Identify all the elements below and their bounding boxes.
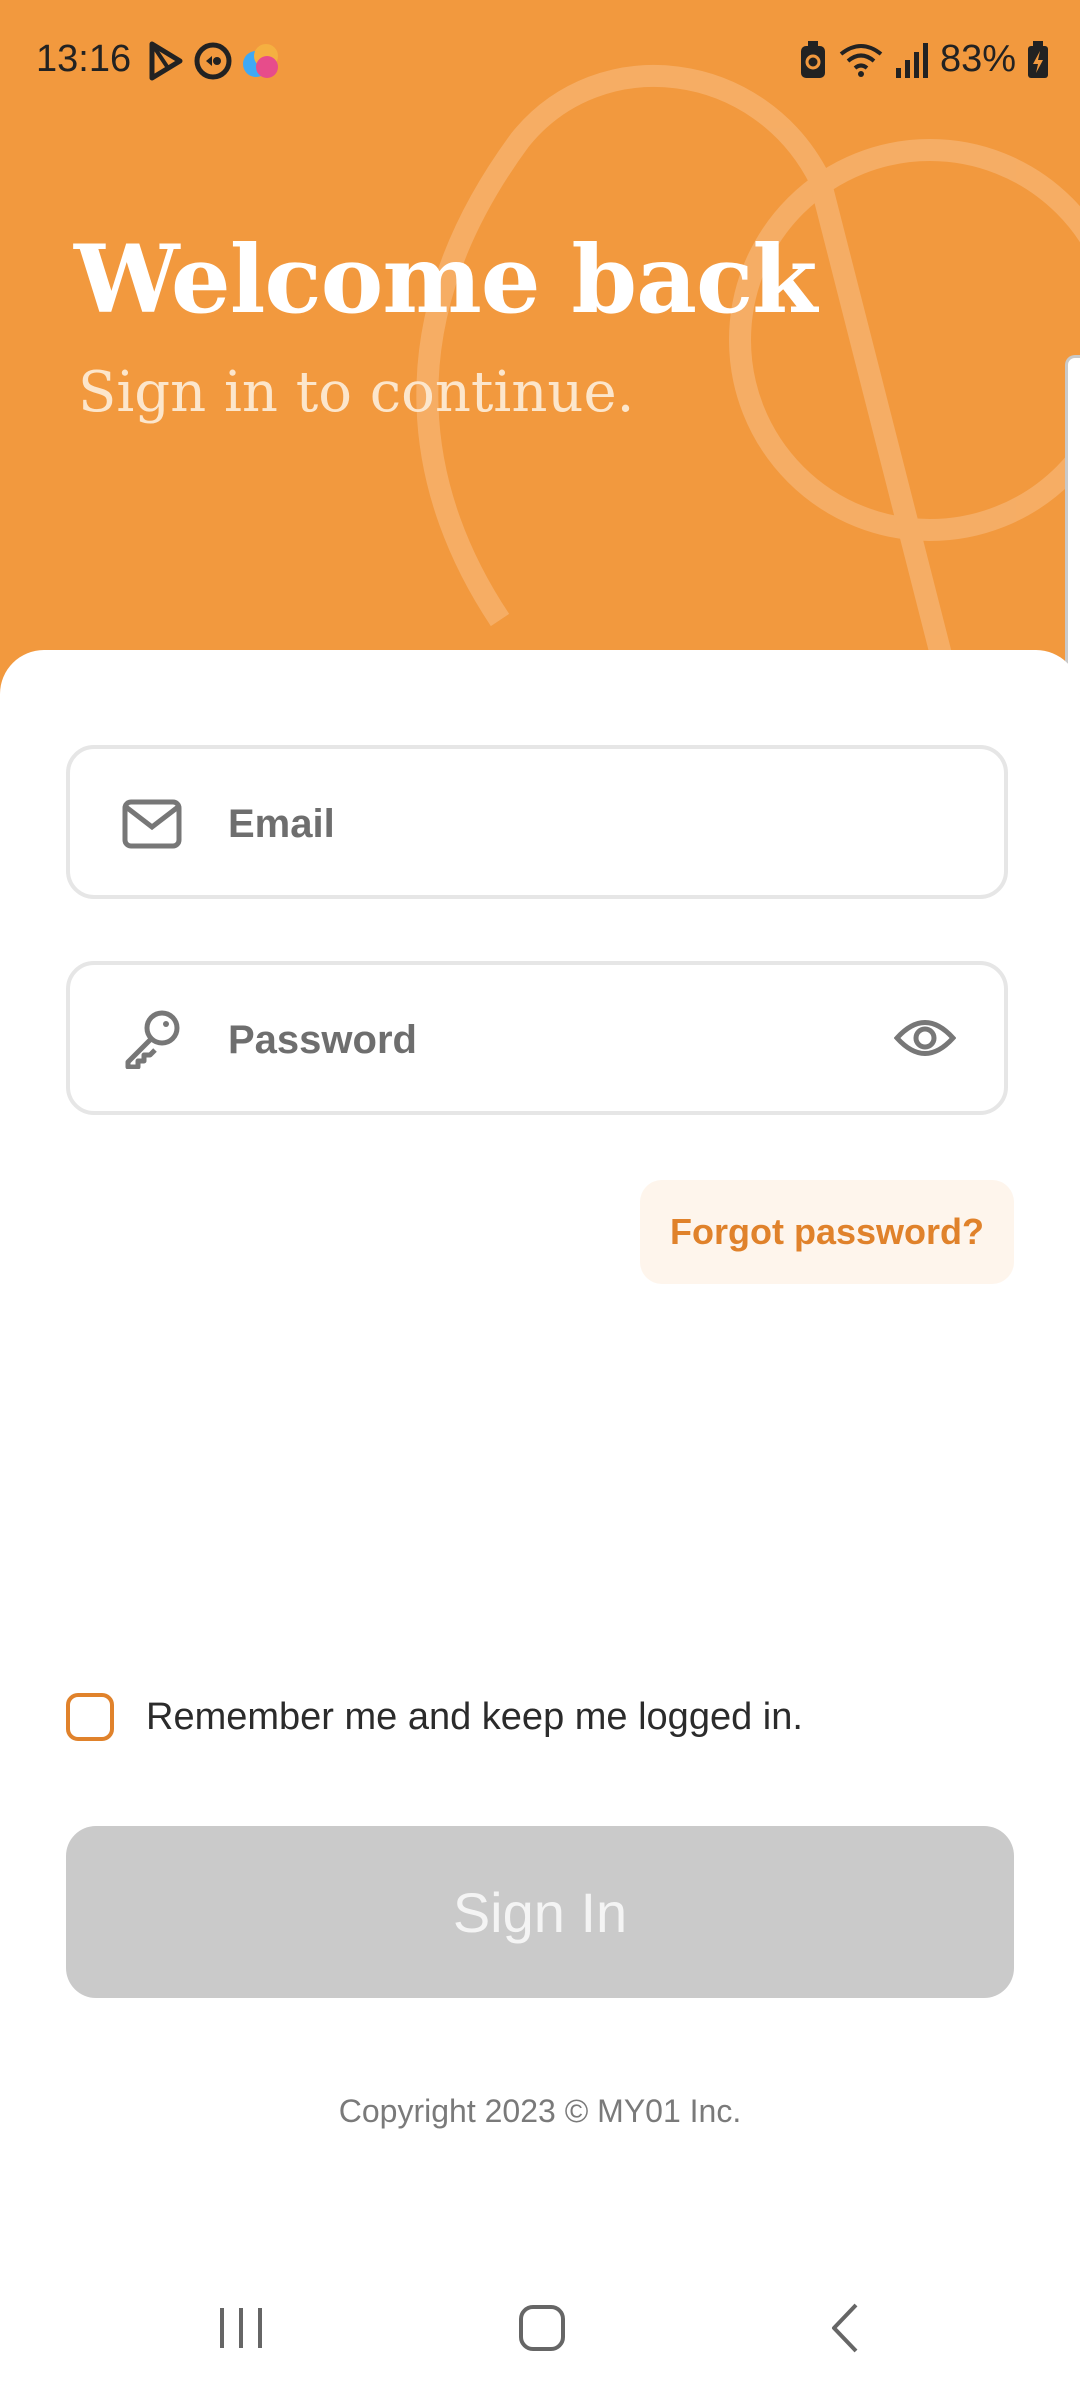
back-icon bbox=[832, 2303, 858, 2353]
wifi-icon bbox=[839, 43, 883, 77]
battery-percent: 83% bbox=[939, 38, 1016, 80]
email-input[interactable] bbox=[228, 789, 828, 859]
recent-apps-button[interactable] bbox=[181, 2280, 301, 2376]
activity-icon bbox=[194, 42, 232, 80]
mail-icon bbox=[122, 799, 182, 849]
colorful-app-icon bbox=[243, 44, 278, 78]
battery-charging-icon bbox=[1028, 40, 1048, 78]
welcome-title: Welcome back bbox=[74, 225, 817, 335]
status-bar: 13:16 83% bbox=[0, 0, 1080, 124]
recent-apps-icon bbox=[220, 2308, 262, 2348]
welcome-subtitle: Sign in to continue. bbox=[78, 360, 635, 425]
eye-icon[interactable] bbox=[894, 1013, 956, 1063]
status-time: 13:16 bbox=[36, 38, 132, 80]
status-right-icons: 83% bbox=[798, 38, 1050, 81]
remember-me-checkbox[interactable] bbox=[66, 1693, 114, 1741]
copyright-text: Copyright 2023 © MY01 Inc. bbox=[338, 2093, 742, 2129]
play-store-icon bbox=[149, 41, 183, 81]
email-field[interactable] bbox=[66, 745, 1008, 899]
key-icon bbox=[125, 1010, 180, 1069]
status-left-icons bbox=[144, 40, 282, 82]
back-button[interactable] bbox=[786, 2280, 906, 2376]
remember-me-label[interactable]: Remember me and keep me logged in. bbox=[146, 1696, 803, 1739]
sign-in-button[interactable]: Sign In bbox=[66, 1826, 1014, 1998]
home-button[interactable] bbox=[482, 2280, 602, 2376]
battery-saver-icon bbox=[800, 40, 825, 78]
signal-icon bbox=[895, 42, 928, 78]
password-input[interactable] bbox=[228, 1005, 828, 1075]
login-sheet bbox=[0, 650, 1080, 2400]
home-icon bbox=[519, 2305, 565, 2351]
system-nav-bar bbox=[0, 2280, 1080, 2400]
password-field[interactable] bbox=[66, 961, 1008, 1115]
forgot-password-button[interactable]: Forgot password? bbox=[640, 1180, 1014, 1284]
edge-panel-handle[interactable] bbox=[1065, 355, 1080, 696]
remember-me-row[interactable]: Remember me and keep me logged in. bbox=[66, 1693, 803, 1741]
hero-banner: 13:16 83% Welcome back Sign in to contin… bbox=[0, 0, 1080, 700]
